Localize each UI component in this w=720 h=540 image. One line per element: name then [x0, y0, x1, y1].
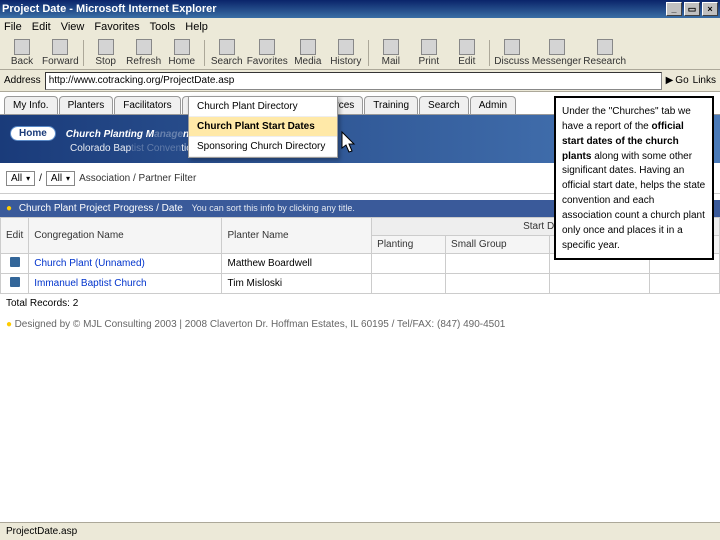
stop-icon: [98, 39, 114, 55]
menu-help[interactable]: Help: [185, 21, 208, 33]
close-button[interactable]: ×: [702, 2, 718, 16]
messenger-button[interactable]: Messenger: [532, 38, 581, 68]
home-icon: [174, 39, 190, 55]
stop-button[interactable]: Stop: [88, 38, 124, 68]
links-button[interactable]: Links: [693, 75, 716, 86]
star-icon: [259, 39, 275, 55]
go-button[interactable]: ▶ Go: [666, 75, 689, 86]
tab-search[interactable]: Search: [419, 96, 469, 114]
media-icon: [300, 39, 316, 55]
menu-file[interactable]: File: [4, 21, 22, 33]
page-footer: ● Designed by © MJL Consulting 2003 | 20…: [0, 313, 720, 336]
history-icon: [338, 39, 354, 55]
research-button[interactable]: Research: [583, 38, 626, 68]
edit-icon: [459, 39, 475, 55]
tab-admin[interactable]: Admin: [470, 96, 516, 114]
window-titlebar: Project Date - Microsoft Internet Explor…: [0, 0, 720, 18]
cell-name[interactable]: Church Plant (Unnamed): [29, 254, 222, 274]
menu-favorites[interactable]: Favorites: [94, 21, 139, 33]
tab-training[interactable]: Training: [364, 96, 418, 114]
separator: [368, 40, 369, 66]
window-title: Project Date - Microsoft Internet Explor…: [2, 3, 664, 15]
filter-label: Association / Partner Filter: [79, 173, 196, 184]
research-icon: [597, 39, 613, 55]
bullet-icon: ●: [6, 203, 12, 214]
discuss-icon: [504, 39, 520, 55]
minimize-button[interactable]: _: [666, 2, 682, 16]
history-button[interactable]: History: [328, 38, 364, 68]
status-bar: ProjectDate.asp: [0, 522, 720, 540]
col-edit[interactable]: Edit: [1, 218, 29, 254]
cell-planter: Matthew Boardwell: [222, 254, 372, 274]
edit-button[interactable]: Edit: [449, 38, 485, 68]
filter-slash: /: [39, 173, 42, 184]
status-text: ProjectDate.asp: [6, 526, 77, 537]
col-small[interactable]: Small Group: [446, 236, 550, 254]
toolbar: Back Forward Stop Refresh Home Search Fa…: [0, 36, 720, 70]
separator: [489, 40, 490, 66]
section-title: Church Plant Project Progress / Date: [19, 203, 183, 214]
separator: [204, 40, 205, 66]
annotation-callout: Under the "Churches" tab we have a repor…: [554, 96, 714, 260]
col-planter[interactable]: Planter Name: [222, 218, 372, 254]
discuss-button[interactable]: Discuss: [494, 38, 530, 68]
mail-icon: [383, 39, 399, 55]
menu-view[interactable]: View: [61, 21, 85, 33]
dropdown-item-directory[interactable]: Church Plant Directory: [189, 97, 337, 117]
mail-button[interactable]: Mail: [373, 38, 409, 68]
home-button[interactable]: Home: [164, 38, 200, 68]
col-planting[interactable]: Planting: [372, 236, 446, 254]
address-label: Address: [4, 75, 41, 86]
col-name[interactable]: Congregation Name: [29, 218, 222, 254]
address-input[interactable]: http://www.cotracking.org/ProjectDate.as…: [45, 72, 662, 90]
forward-icon: [52, 39, 68, 55]
edit-row-icon[interactable]: [10, 277, 20, 287]
table-row: Immanuel Baptist Church Tim Misloski: [1, 274, 720, 294]
dropdown-item-startdates[interactable]: Church Plant Start Dates: [189, 117, 337, 137]
search-button[interactable]: Search: [209, 38, 245, 68]
search-icon: [219, 39, 235, 55]
filter-select-1[interactable]: All: [6, 171, 35, 186]
edit-row-icon[interactable]: [10, 257, 20, 267]
total-records: Total Records: 2: [0, 294, 720, 313]
separator: [83, 40, 84, 66]
cell-planter: Tim Misloski: [222, 274, 372, 294]
refresh-icon: [136, 39, 152, 55]
cell-name[interactable]: Immanuel Baptist Church: [29, 274, 222, 294]
messenger-icon: [549, 39, 565, 55]
menu-tools[interactable]: Tools: [150, 21, 176, 33]
tab-facilitators[interactable]: Facilitators: [114, 96, 180, 114]
media-button[interactable]: Media: [290, 38, 326, 68]
menu-edit[interactable]: Edit: [32, 21, 51, 33]
maximize-button[interactable]: ▭: [684, 2, 700, 16]
section-subtitle: You can sort this info by clicking any t…: [192, 203, 355, 213]
print-icon: [421, 39, 437, 55]
tab-myinfo[interactable]: My Info.: [4, 96, 58, 114]
churches-dropdown: Church Plant Directory Church Plant Star…: [188, 96, 338, 158]
filter-select-2[interactable]: All: [46, 171, 75, 186]
refresh-button[interactable]: Refresh: [126, 38, 162, 68]
dropdown-item-sponsoring[interactable]: Sponsoring Church Directory: [189, 137, 337, 157]
address-bar: Address http://www.cotracking.org/Projec…: [0, 70, 720, 92]
home-link[interactable]: Home: [10, 126, 56, 141]
back-icon: [14, 39, 30, 55]
forward-button[interactable]: Forward: [42, 38, 79, 68]
print-button[interactable]: Print: [411, 38, 447, 68]
tab-planters[interactable]: Planters: [59, 96, 114, 114]
favorites-button[interactable]: Favorites: [247, 38, 288, 68]
menu-bar: File Edit View Favorites Tools Help: [0, 18, 720, 36]
back-button[interactable]: Back: [4, 38, 40, 68]
